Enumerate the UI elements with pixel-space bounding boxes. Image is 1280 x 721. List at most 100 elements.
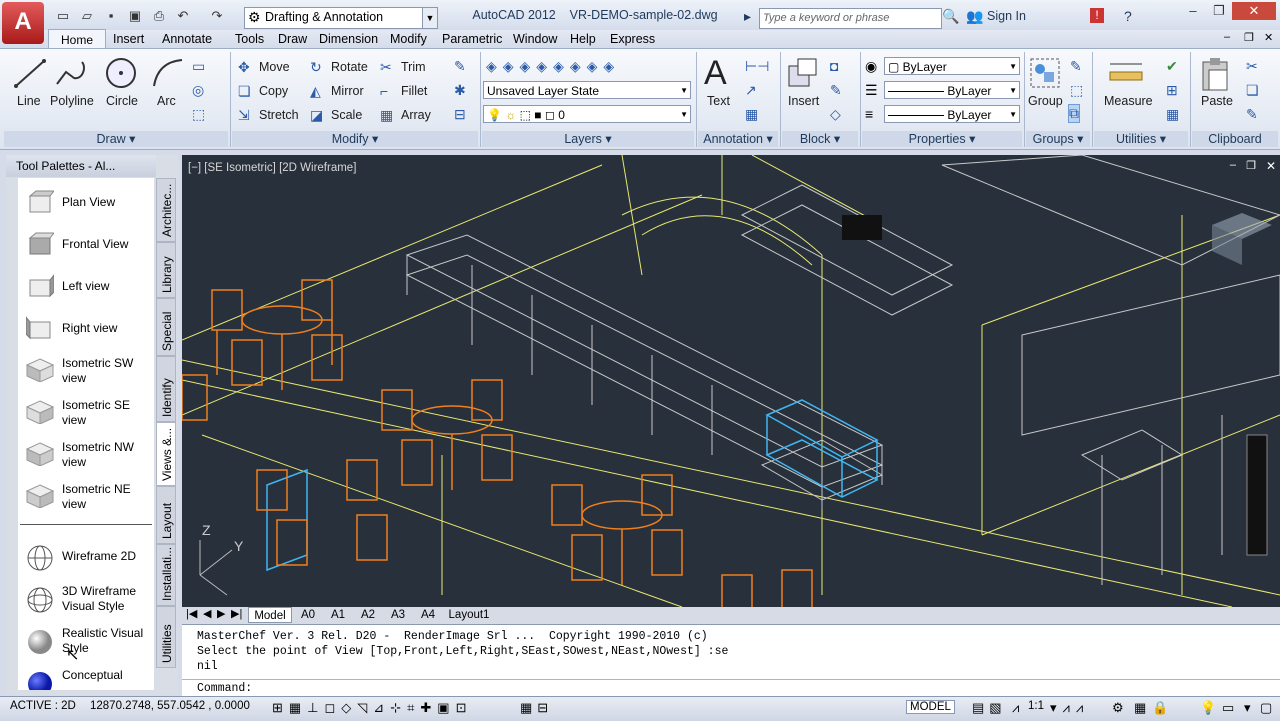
boundary-icon[interactable]: ⬚	[192, 106, 205, 123]
stretch-button[interactable]: Stretch	[259, 108, 299, 122]
dimension-icon[interactable]: ⊢⊣	[745, 58, 769, 75]
doc-close-button[interactable]: ✕	[1264, 31, 1273, 44]
text-button[interactable]: Text	[707, 94, 730, 108]
viewport-minimize-icon[interactable]: –	[1230, 159, 1236, 171]
layout-tab-a3[interactable]: A3	[384, 607, 412, 623]
maximize-button[interactable]: ❐	[1206, 2, 1232, 20]
tab-nav-prev-icon[interactable]: ◀	[203, 607, 211, 620]
palette-item-3d-wireframe[interactable]: 3D Wireframe Visual Style	[24, 580, 154, 620]
search-input[interactable]: Type a keyword or phrase	[759, 8, 942, 29]
paste-button[interactable]: Paste	[1201, 94, 1233, 108]
palette-item-frontal-view[interactable]: Frontal View	[24, 226, 154, 266]
menu-help[interactable]: Help	[570, 30, 596, 48]
minimize-button[interactable]: –	[1180, 2, 1206, 20]
clipboard-panel-label[interactable]: Clipboard	[1192, 131, 1278, 147]
ungroup-icon[interactable]: ✎	[1070, 58, 1082, 75]
groups-panel-label[interactable]: Groups ▾	[1026, 131, 1090, 147]
palette-item-left-view[interactable]: Left view	[24, 268, 154, 308]
menu-dimension[interactable]: Dimension	[319, 30, 378, 48]
attribute-icon[interactable]: ◇	[830, 106, 841, 123]
menu-modify[interactable]: Modify	[390, 30, 427, 48]
application-menu-button[interactable]: A	[2, 2, 44, 44]
status-bar-menu-icon[interactable]: ▢	[1260, 700, 1272, 716]
menu-express[interactable]: Express	[610, 30, 655, 48]
tab-nav-next-icon[interactable]: ▶	[217, 607, 225, 620]
cut-icon[interactable]: ✂	[1246, 58, 1258, 75]
isolate-objects-icon[interactable]: 💡	[1200, 700, 1216, 716]
palette-item-isometric-ne[interactable]: Isometric NE view	[24, 478, 154, 518]
palette-tab-layout[interactable]: Layout	[156, 486, 176, 544]
save-as-icon[interactable]: ▣	[126, 8, 144, 24]
utilities-panel-label[interactable]: Utilities ▾	[1094, 131, 1188, 147]
quick-select-icon[interactable]: ✔	[1166, 58, 1178, 75]
leader-icon[interactable]: ↗	[745, 82, 757, 99]
help-icon[interactable]: ?	[1124, 8, 1132, 24]
tab-insert[interactable]: Insert	[113, 30, 144, 48]
hatch-icon[interactable]: ◎	[192, 82, 204, 99]
copy-button[interactable]: Copy	[259, 84, 288, 98]
copy-clip-icon[interactable]: ❏	[1246, 82, 1259, 99]
palette-item-realistic-visual-style[interactable]: Realistic Visual Style	[24, 622, 154, 662]
polyline-button[interactable]: Polyline	[50, 94, 94, 108]
model-space-toggle[interactable]: MODEL	[906, 700, 955, 714]
viewport-close-icon[interactable]: ✕	[1266, 159, 1276, 173]
lineweight-dropdown[interactable]: ByLayer ▼	[884, 105, 1020, 123]
layout-tab-layout1[interactable]: Layout1	[444, 607, 494, 623]
draw-panel-label[interactable]: Draw ▾	[4, 131, 228, 147]
drafting-toggles-icon[interactable]: ⊞▦⊥◻◇◹⊿⊹⌗✚▣⊡	[272, 700, 472, 716]
toolbar-lock-icons[interactable]: ▦🔒	[1134, 700, 1174, 716]
viewport-controls-label[interactable]: [−] [SE Isometric] [2D Wireframe]	[188, 162, 356, 174]
menu-parametric[interactable]: Parametric	[442, 30, 502, 48]
palette-tab-special[interactable]: Special	[156, 298, 176, 356]
layout-tab-model[interactable]: Model	[248, 607, 292, 623]
arc-button[interactable]: Arc	[157, 94, 176, 108]
new-file-icon[interactable]: ▭	[54, 8, 72, 24]
workspace-switch-icon[interactable]: ⚙	[1112, 700, 1124, 716]
palette-tab-library[interactable]: Library	[156, 242, 176, 298]
palette-item-isometric-se[interactable]: Isometric SE view	[24, 394, 154, 434]
palette-item-conceptual[interactable]: Conceptual	[24, 664, 154, 690]
annotation-panel-label[interactable]: Annotation ▾	[698, 131, 778, 147]
scale-button[interactable]: Scale	[331, 108, 362, 122]
layers-panel-label[interactable]: Layers ▾	[482, 131, 694, 147]
block-panel-label[interactable]: Block ▾	[782, 131, 858, 147]
tool-palette-title[interactable]: Tool Palettes - Al...	[6, 155, 156, 177]
circle-button[interactable]: Circle	[106, 94, 138, 108]
command-prompt[interactable]: Command:	[197, 681, 252, 696]
layer-dropdown[interactable]: 💡 ☼ ⬚ ■ ◻ 0 ▼	[483, 105, 691, 123]
trim-button[interactable]: Trim	[401, 60, 426, 74]
offset-icon[interactable]: ⊟	[454, 106, 466, 123]
measure-button[interactable]: Measure	[1104, 94, 1153, 108]
explode-icon[interactable]: ✱	[454, 82, 466, 99]
coordinate-readout[interactable]: 12870.2748, 557.0542 , 0.0000	[90, 700, 250, 712]
annotation-scale[interactable]: 1:1	[1028, 700, 1044, 712]
close-button[interactable]: ✕	[1232, 2, 1276, 20]
save-icon[interactable]: ▪	[102, 8, 120, 24]
properties-panel-label[interactable]: Properties ▾	[862, 131, 1022, 147]
palette-tab-installation[interactable]: Installati...	[156, 544, 176, 606]
mirror-button[interactable]: Mirror	[331, 84, 364, 98]
rotate-button[interactable]: Rotate	[331, 60, 368, 74]
exchange-icon[interactable]: !	[1090, 8, 1104, 23]
palette-tab-architectural[interactable]: Architec...	[156, 178, 176, 242]
match-properties-icon[interactable]: ✎	[1246, 106, 1258, 123]
insert-button[interactable]: Insert	[788, 94, 819, 108]
annotation-scale-icon[interactable]: ⩘	[1012, 700, 1019, 716]
edit-block-icon[interactable]: ✎	[830, 82, 842, 99]
id-point-icon[interactable]: ⊞	[1166, 82, 1178, 99]
linetype-dropdown[interactable]: ByLayer ▼	[884, 81, 1020, 99]
layer-tools-icon[interactable]: ◈◈◈◈◈◈◈◈	[486, 58, 620, 75]
fillet-button[interactable]: Fillet	[401, 84, 427, 98]
palette-item-isometric-sw[interactable]: Isometric SW view	[24, 352, 154, 392]
viewport-restore-icon[interactable]: ❐	[1246, 159, 1256, 172]
redo-icon[interactable]: ↷	[208, 8, 226, 24]
quick-view-icons[interactable]: ▦⊟	[520, 700, 553, 716]
undo-icon[interactable]: ↶	[174, 8, 192, 24]
annotation-visibility-icons[interactable]: ▾⩘⩘	[1050, 700, 1089, 716]
hardware-acceleration-icon[interactable]: ▭	[1222, 700, 1234, 716]
tab-nav-first-icon[interactable]: |◀	[186, 607, 197, 620]
menu-window[interactable]: Window	[513, 30, 557, 48]
move-button[interactable]: Move	[259, 60, 290, 74]
open-folder-icon[interactable]: ▱	[78, 8, 96, 24]
layout-tab-a4[interactable]: A4	[414, 607, 442, 623]
